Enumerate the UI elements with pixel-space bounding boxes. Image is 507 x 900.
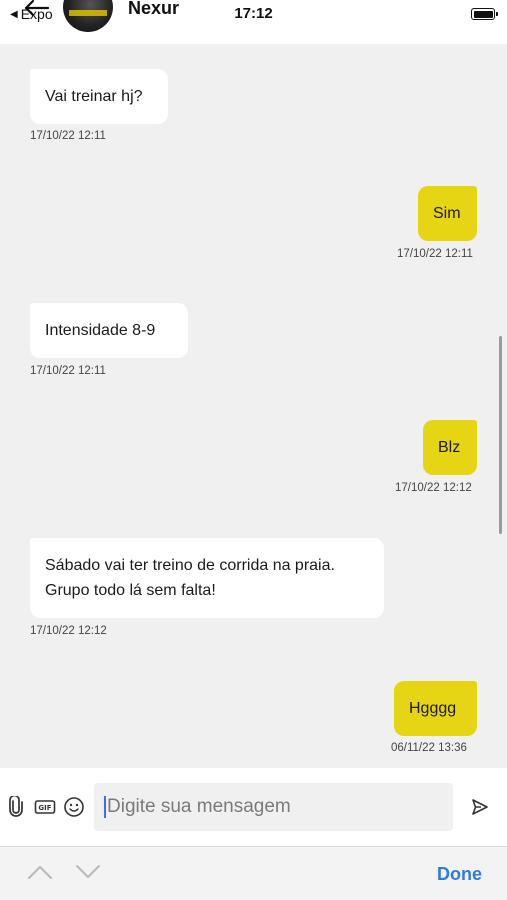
chevron-up-icon[interactable]: [27, 863, 53, 881]
message-timestamp: 06/11/22 13:36: [391, 742, 467, 754]
message-bubble-incoming[interactable]: Sábado vai ter treino de corrida na prai…: [30, 538, 384, 618]
message-text: Vai treinar hj?: [45, 88, 143, 105]
message-timestamp: 17/10/22 12:11: [30, 365, 106, 377]
gif-icon[interactable]: GIF: [34, 796, 56, 818]
message-composer: GIF Digite sua mensagem: [0, 768, 507, 846]
scrollbar[interactable]: [499, 336, 502, 534]
message-list[interactable]: Vai treinar hj? 17/10/22 12:11 Sim 17/10…: [0, 44, 507, 768]
message-text: Intensidade 8-9: [45, 322, 156, 339]
message-timestamp: 17/10/22 12:12: [395, 482, 472, 494]
message-bubble-incoming[interactable]: Vai treinar hj?: [30, 69, 168, 124]
message-text: Sim: [433, 205, 461, 222]
text-caret: [104, 796, 106, 818]
message-input-placeholder: Digite sua mensagem: [107, 796, 291, 817]
message-text: Hgggg: [409, 700, 457, 717]
done-button[interactable]: Done: [437, 864, 482, 885]
message-bubble-outgoing[interactable]: Sim: [418, 186, 477, 241]
svg-text:GIF: GIF: [38, 804, 51, 812]
header-bar: ◀ Expo Nexur 17:12: [0, 0, 507, 44]
keyboard-accessory-bar: Done: [0, 846, 507, 900]
message-input[interactable]: Digite sua mensagem: [94, 783, 453, 831]
send-icon[interactable]: [470, 797, 490, 817]
message-text: Blz: [438, 439, 461, 456]
chevron-down-icon[interactable]: [75, 863, 101, 881]
paperclip-icon[interactable]: [5, 796, 27, 818]
battery-icon: [471, 8, 498, 20]
message-bubble-outgoing[interactable]: Hgggg: [394, 681, 477, 736]
message-timestamp: 17/10/22 12:11: [397, 248, 473, 260]
emoji-icon[interactable]: [63, 796, 85, 818]
status-time: 17:12: [234, 5, 273, 22]
message-text: Sábado vai ter treino de corrida na prai…: [45, 557, 335, 599]
message-timestamp: 17/10/22 12:12: [30, 625, 107, 637]
message-bubble-outgoing[interactable]: Blz: [423, 420, 477, 475]
message-timestamp: 17/10/22 12:11: [30, 130, 106, 142]
message-bubble-incoming[interactable]: Intensidade 8-9: [30, 303, 188, 358]
